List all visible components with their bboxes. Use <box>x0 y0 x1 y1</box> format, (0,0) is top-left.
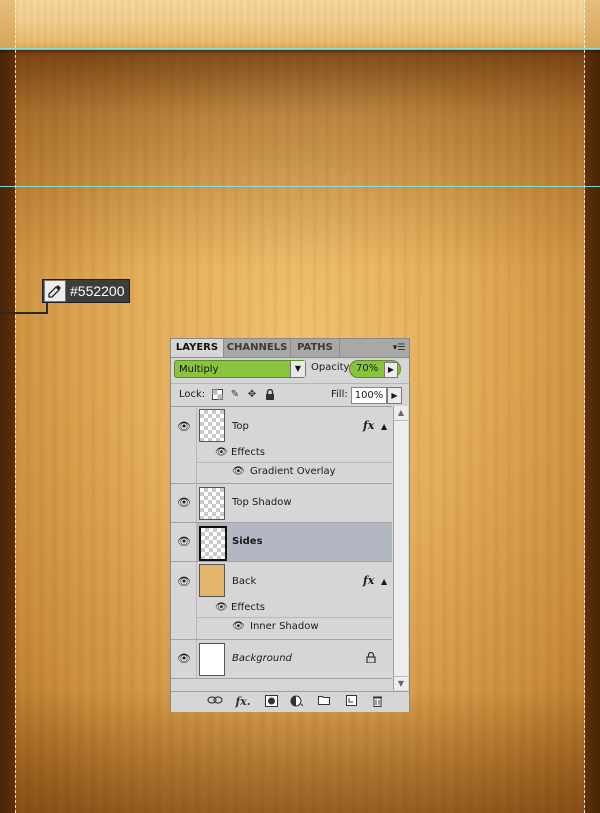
right-side-panel <box>585 50 600 813</box>
eyedropper-icon <box>44 280 66 302</box>
color-sample-pointer-line <box>0 312 48 314</box>
layer-row-sides[interactable]: 👁 Sides <box>171 523 392 562</box>
eye-icon[interactable]: 👁 <box>177 653 191 664</box>
collapse-effects-icon[interactable]: ▲ <box>381 422 387 431</box>
tab-paths[interactable]: PATHS <box>291 339 340 357</box>
layers-scrollbar[interactable]: ▲ ▼ <box>393 406 408 690</box>
sampled-color-hex: #552200 <box>70 283 125 299</box>
tab-channels[interactable]: CHANNELS <box>224 339 291 357</box>
lock-position-icon[interactable]: ✥ <box>246 389 258 401</box>
eye-icon[interactable]: 👁 <box>177 421 191 432</box>
top-right-corner <box>585 0 600 50</box>
fx-icon[interactable]: fx. <box>233 695 253 709</box>
scroll-down-icon[interactable]: ▼ <box>394 676 408 691</box>
adjustment-layer-icon[interactable] <box>289 695 305 709</box>
visibility-column <box>171 562 197 639</box>
lock-icon <box>366 651 376 666</box>
lock-all-icon[interactable] <box>264 388 276 401</box>
guide-vertical-left[interactable] <box>15 0 17 813</box>
fill-field[interactable]: 100% <box>351 387 387 404</box>
layer-thumbnail[interactable] <box>199 526 227 561</box>
layers-panel: LAYERS CHANNELS PATHS ▾☰ Multiply ▼ Opac… <box>170 338 410 712</box>
panel-tab-bar: LAYERS CHANNELS PATHS ▾☰ <box>171 339 409 358</box>
layer-thumbnail[interactable] <box>199 487 225 520</box>
lock-image-icon[interactable]: ✎ <box>229 389 241 401</box>
lock-row: Lock: ✎ ✥ Fill: 100% ▶ <box>171 383 409 406</box>
eye-icon[interactable]: 👁 <box>215 448 228 458</box>
layer-name[interactable]: Background <box>232 653 292 664</box>
eye-icon[interactable]: 👁 <box>232 622 245 632</box>
layer-name[interactable]: Top <box>232 421 249 432</box>
panel-bottom-toolbar: fx. <box>171 691 409 712</box>
opacity-field[interactable]: 70% ▶ <box>349 360 401 378</box>
link-layers-icon[interactable] <box>207 695 223 709</box>
new-layer-icon[interactable] <box>343 695 359 709</box>
guide-horizontal-top[interactable] <box>0 48 600 49</box>
collapse-effects-icon[interactable]: ▲ <box>381 577 387 586</box>
blend-options-row: Multiply ▼ Opacity: 70% ▶ <box>171 358 409 382</box>
tab-layers[interactable]: LAYERS <box>171 339 224 357</box>
fx-icon[interactable]: fx <box>363 574 374 587</box>
fill-slider-arrow-icon[interactable]: ▶ <box>387 387 402 404</box>
visibility-column <box>171 407 197 483</box>
effects-label: Effects <box>231 447 265 458</box>
layer-thumbnail[interactable] <box>199 643 225 676</box>
effects-row[interactable]: 👁 Effects <box>197 444 392 463</box>
layer-row-top-shadow[interactable]: 👁 Top Shadow <box>171 484 392 523</box>
fx-icon[interactable]: fx <box>363 419 374 432</box>
blend-mode-value: Multiply <box>179 364 219 375</box>
layer-row-back[interactable]: 👁 Back fx ▲ 👁 Effects 👁 Inner Shadow <box>171 562 392 640</box>
chevron-down-icon[interactable]: ▼ <box>290 361 305 377</box>
left-side-panel <box>0 50 15 813</box>
blend-mode-select[interactable]: Multiply ▼ <box>174 360 306 378</box>
effect-row-gradient-overlay[interactable]: 👁 Gradient Overlay <box>197 463 392 482</box>
opacity-slider-arrow-icon[interactable]: ▶ <box>384 362 398 378</box>
scroll-up-icon[interactable]: ▲ <box>394 406 408 421</box>
eye-icon[interactable]: 👁 <box>232 467 245 477</box>
layer-row-top[interactable]: 👁 Top fx ▲ 👁 Effects 👁 Gradient Overlay <box>171 407 392 484</box>
layer-name[interactable]: Sides <box>232 536 263 547</box>
lock-transparency-icon[interactable] <box>211 389 223 401</box>
top-wood-strip <box>0 0 600 50</box>
effect-label: Inner Shadow <box>250 621 319 632</box>
delete-layer-icon[interactable] <box>369 695 385 709</box>
color-sample-callout: #552200 <box>42 279 130 303</box>
add-mask-icon[interactable] <box>263 695 279 709</box>
eye-icon[interactable]: 👁 <box>177 536 191 547</box>
effect-row-inner-shadow[interactable]: 👁 Inner Shadow <box>197 618 392 637</box>
eye-icon[interactable]: 👁 <box>177 497 191 508</box>
effects-label: Effects <box>231 602 265 613</box>
panel-menu-icon[interactable]: ▾☰ <box>392 342 406 354</box>
wood-top-shading <box>0 48 600 268</box>
eye-icon[interactable]: 👁 <box>177 576 191 587</box>
new-group-icon[interactable] <box>316 695 332 709</box>
layer-row-background[interactable]: 👁 Background <box>171 640 392 679</box>
layer-thumbnail[interactable] <box>199 564 225 597</box>
layers-list: 👁 Top fx ▲ 👁 Effects 👁 Gradient Overlay … <box>171 406 392 679</box>
lock-label: Lock: <box>179 389 206 400</box>
guide-vertical-right[interactable] <box>584 0 586 813</box>
effect-label: Gradient Overlay <box>250 466 336 477</box>
fill-label: Fill: <box>331 389 348 400</box>
effects-row[interactable]: 👁 Effects <box>197 599 392 618</box>
guide-horizontal-middle[interactable] <box>0 186 600 187</box>
opacity-value[interactable]: 70% <box>356 363 378 374</box>
layer-thumbnail[interactable] <box>199 409 225 442</box>
layer-name[interactable]: Top Shadow <box>232 497 292 508</box>
layer-name[interactable]: Back <box>232 576 256 587</box>
eye-icon[interactable]: 👁 <box>215 603 228 613</box>
top-left-corner <box>0 0 15 50</box>
opacity-label: Opacity: <box>311 362 353 373</box>
